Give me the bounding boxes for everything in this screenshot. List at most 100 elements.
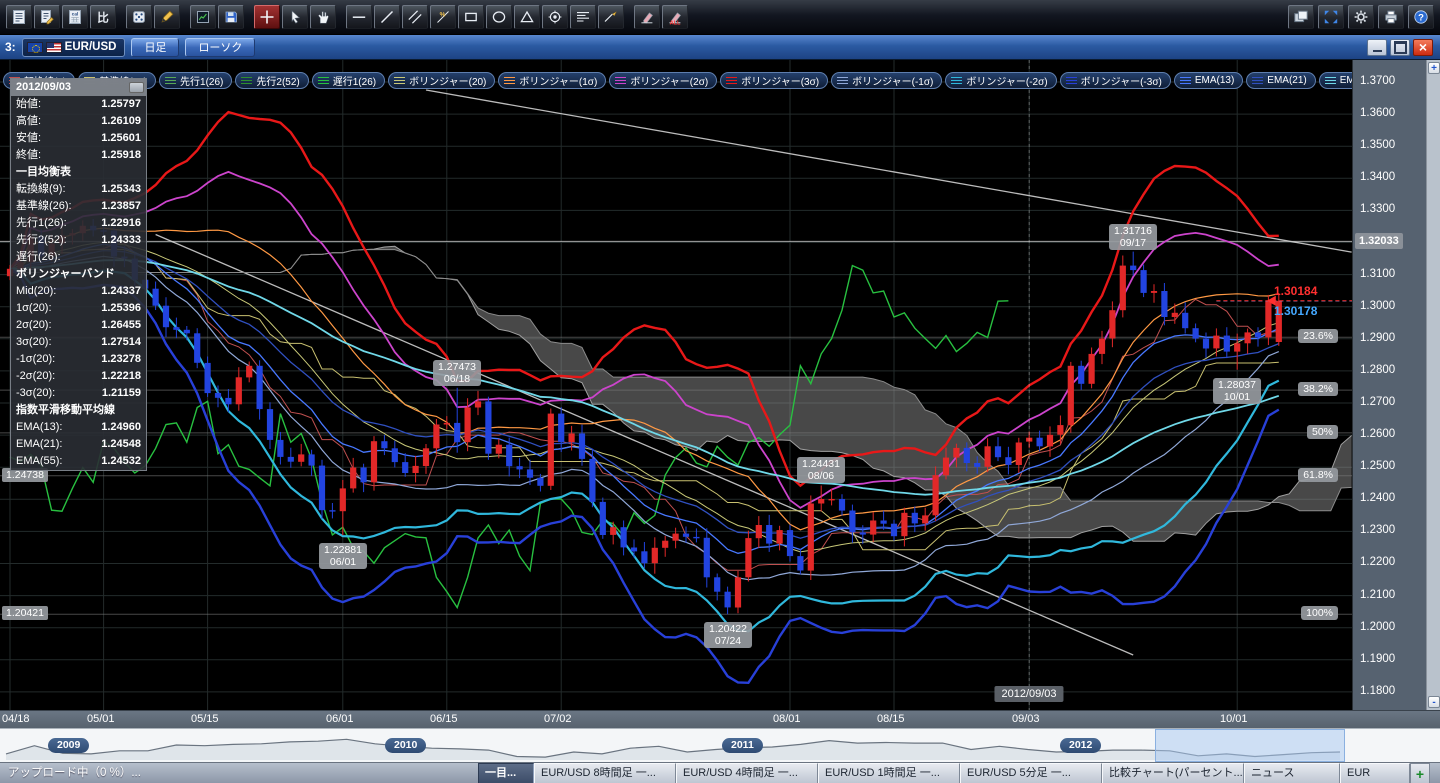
legend-item-label: EMA(21) — [1267, 75, 1306, 86]
zoom-in-button[interactable]: + — [1428, 62, 1440, 74]
tooltip-menu-button[interactable] — [129, 82, 144, 93]
legend-item[interactable]: ボリンジャー(1σ) — [498, 72, 606, 89]
compare-button[interactable]: 比 — [90, 5, 116, 29]
chart-tab[interactable]: 一目... — [478, 763, 534, 783]
price-axis-label: 1.2300 — [1360, 524, 1395, 536]
chart-layout-button[interactable] — [190, 5, 216, 29]
add-chart-button[interactable]: + — [1410, 763, 1430, 783]
price-axis-label: 1.3500 — [1360, 139, 1395, 151]
price-axis-label: 1.2200 — [1360, 556, 1395, 568]
save-button[interactable] — [218, 5, 244, 29]
svg-text:比: 比 — [97, 10, 109, 24]
fibonacci-retracement-button[interactable] — [570, 5, 596, 29]
tooltip-row-label: 転換線(9): — [16, 181, 66, 198]
calculator-button[interactable]: cal — [62, 5, 88, 29]
navigator-selection[interactable] — [1155, 729, 1345, 762]
svg-text:?: ? — [1418, 13, 1424, 24]
chart-tab[interactable]: EUR/USD 8時間足 一... — [534, 763, 676, 783]
legend-item[interactable]: 先行1(26) — [159, 72, 232, 89]
price-axis-label: 1.3400 — [1360, 171, 1395, 183]
legend-item[interactable]: 先行2(52) — [235, 72, 308, 89]
tooltip-row: 基準線(26):1.23857 — [11, 198, 146, 215]
price-axis-label: 1.3700 — [1360, 75, 1395, 87]
legend-item[interactable]: 遅行1(26) — [312, 72, 385, 89]
crosshair-button[interactable] — [254, 5, 280, 29]
legend-item[interactable]: EMA(55) — [1319, 72, 1352, 89]
chart-tab[interactable]: 比較チャート(パーセント... — [1102, 763, 1244, 783]
toolbar-separator — [245, 7, 253, 27]
minimize-button[interactable] — [1367, 39, 1387, 56]
eraser-button[interactable] — [634, 5, 660, 29]
chart-tab[interactable]: ニュース — [1244, 763, 1340, 783]
legend-item[interactable]: ボリンジャー(2σ) — [609, 72, 717, 89]
tooltip-row: 始値:1.25797 — [11, 96, 146, 113]
help-button[interactable]: ? — [1408, 5, 1434, 29]
cursor-button[interactable] — [282, 5, 308, 29]
rectangle-button[interactable] — [458, 5, 484, 29]
legend-item-label: ボリンジャー(-3σ) — [1081, 73, 1162, 88]
tooltip-row-label: -2σ(20): — [16, 368, 55, 385]
trend-line-button[interactable] — [374, 5, 400, 29]
minimize-icon — [1368, 40, 1386, 55]
timeline-navigator[interactable]: 2009201020112012 — [0, 728, 1440, 762]
maximize-button[interactable] — [1390, 39, 1410, 56]
legend-item-label: EMA(55) — [1340, 75, 1352, 86]
zoom-out-button[interactable]: - — [1428, 696, 1440, 708]
parallel-lines-button[interactable] — [402, 5, 428, 29]
eraser-all-button[interactable]: ALL — [662, 5, 688, 29]
tooltip-row: 安値:1.25601 — [11, 130, 146, 147]
dice-button[interactable] — [126, 5, 152, 29]
ellipse-button[interactable] — [486, 5, 512, 29]
indicator-lines-icon — [726, 77, 737, 84]
chart-type-button[interactable]: ローソク — [185, 38, 255, 57]
symbol-selector[interactable]: EUR/USD — [22, 38, 126, 57]
chart-tab[interactable]: EUR/USD 5分足 一... — [960, 763, 1102, 783]
tooltip-row-value: 1.24960 — [101, 419, 141, 436]
chart-canvas[interactable] — [0, 60, 1352, 710]
settings-button[interactable] — [1348, 5, 1374, 29]
tooltip-row: -2σ(20):1.22218 — [11, 368, 146, 385]
horizontal-line-button[interactable] — [346, 5, 372, 29]
tooltip-row: EMA(21):1.24548 — [11, 436, 146, 453]
price-axis-label: 1.2600 — [1360, 428, 1395, 440]
legend-item[interactable]: ボリンジャー(3σ) — [720, 72, 828, 89]
legend-item[interactable]: ボリンジャー(-2σ) — [945, 72, 1056, 89]
chart-window-titlebar[interactable]: 3: EUR/USD 日足 ローソク — [0, 35, 1440, 60]
new-window-button[interactable] — [1288, 5, 1314, 29]
fibonacci-fan-button[interactable]: % — [430, 5, 456, 29]
upload-status: アップロード中（0 %）... — [0, 763, 478, 783]
date-axis[interactable]: 04/1805/0105/1506/0106/1507/0208/0108/15… — [0, 710, 1440, 728]
tooltip-row-label: EMA(55): — [16, 453, 62, 470]
legend-item[interactable]: ボリンジャー(20) — [388, 72, 495, 89]
pencil-button[interactable] — [154, 5, 180, 29]
report-new-button[interactable] — [34, 5, 60, 29]
tooltip-row: 終値:1.25918 — [11, 147, 146, 164]
report-list-button[interactable] — [6, 5, 32, 29]
chart-tab[interactable]: EUR — [1340, 763, 1410, 783]
price-chart-canvas[interactable] — [0, 60, 1352, 710]
legend-item[interactable]: EMA(21) — [1246, 72, 1315, 89]
hand-button[interactable] — [310, 5, 336, 29]
emblem-button[interactable] — [542, 5, 568, 29]
price-axis[interactable]: 1.37001.36001.35001.34001.33001.32001.31… — [1352, 60, 1426, 710]
main-toolbar: cal 比% ALL ? — [0, 0, 1440, 35]
date-axis-label: 05/15 — [191, 713, 219, 725]
line-edit-button[interactable] — [598, 5, 624, 29]
tooltip-rows: 始値:1.25797高値:1.26109安値:1.25601終値:1.25918… — [11, 96, 146, 470]
chart-tab[interactable]: EUR/USD 1時間足 一... — [818, 763, 960, 783]
chart-area[interactable]: 転換線(9)基準線(26)先行1(26)先行2(52)遅行1(26)ボリンジャー… — [0, 60, 1352, 710]
indicator-lines-icon — [837, 77, 848, 84]
close-button[interactable] — [1413, 39, 1433, 56]
expand-button[interactable] — [1318, 5, 1344, 29]
date-axis-label: 09/03 — [1012, 713, 1040, 725]
legend-item-label: ボリンジャー(1σ) — [519, 73, 597, 88]
date-axis-label: 08/15 — [877, 713, 905, 725]
timeframe-button[interactable]: 日足 — [131, 38, 179, 57]
chart-tab[interactable]: EUR/USD 4時間足 一... — [676, 763, 818, 783]
print-button[interactable] — [1378, 5, 1404, 29]
triangle-button[interactable] — [514, 5, 540, 29]
legend-item[interactable]: ボリンジャー(-3σ) — [1060, 72, 1171, 89]
legend-item[interactable]: EMA(13) — [1174, 72, 1243, 89]
legend-item[interactable]: ボリンジャー(-1σ) — [831, 72, 942, 89]
tooltip-row-label: EMA(13): — [16, 419, 62, 436]
